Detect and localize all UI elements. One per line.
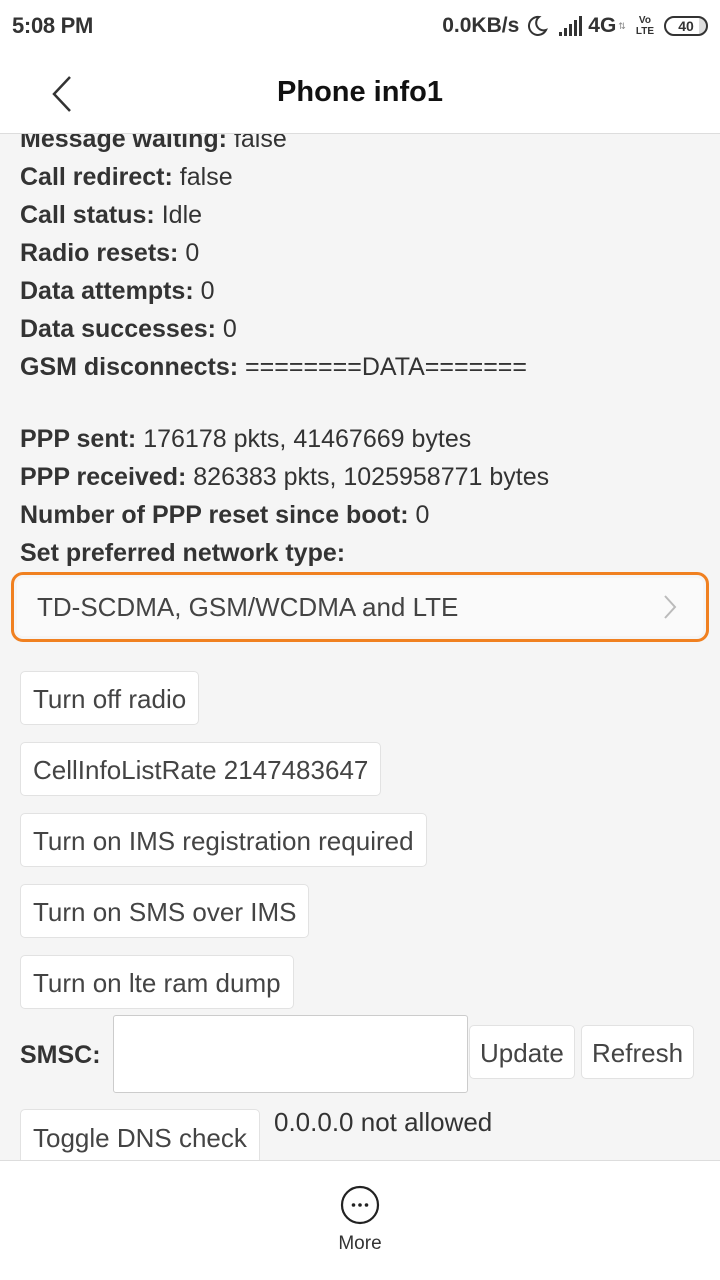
info-ppp-sent: PPP sent: 176178 pkts, 41467669 bytes [20, 425, 472, 453]
smsc-label: SMSC: [20, 1041, 101, 1069]
page-title: Phone info1 [277, 76, 443, 108]
chevron-left-icon [52, 76, 71, 112]
info-ppp-received: PPP received: 826383 pkts, 1025958771 by… [20, 463, 550, 491]
status-icons: 0.0KB/s 4G ⇅ Vo LTE 40 [442, 14, 708, 38]
more-label: More [338, 1233, 382, 1254]
info-data-attempts: Data attempts: 0 [20, 277, 215, 305]
info-scroll: Message waiting: false Call redirect: fa… [11, 134, 709, 1160]
moon-icon [528, 15, 549, 36]
info-gsm-disconnects: GSM disconnects: ========DATA======= [20, 353, 528, 381]
button-row: CellInfoListRate 2147483647 [20, 742, 700, 796]
lte-ram-dump-button[interactable]: Turn on lte ram dump [20, 955, 294, 1009]
content-area[interactable]: Message waiting: false Call redirect: fa… [0, 134, 720, 1160]
refresh-button[interactable]: Refresh [581, 1025, 695, 1079]
info-data-successes: Data successes: 0 [20, 315, 237, 343]
more-button[interactable]: More [338, 1185, 382, 1255]
network-type-dropdown[interactable]: TD-SCDMA, GSM/WCDMA and LTE [11, 572, 709, 642]
button-row: Turn on SMS over IMS [20, 884, 700, 938]
volte-icon: Vo LTE [635, 15, 654, 37]
toggle-dns-button[interactable]: Toggle DNS check [20, 1109, 260, 1160]
smsc-row: SMSC: Update Refresh [20, 1015, 700, 1095]
status-time: 5:08 PM [12, 13, 94, 38]
battery-level: 40 [678, 18, 694, 34]
chevron-right-icon [664, 595, 677, 619]
network-speed: 0.0KB/s [442, 14, 520, 37]
button-row: Turn on lte ram dump [20, 955, 700, 1009]
battery-icon: 40 [664, 16, 708, 36]
cell-info-rate-button[interactable]: CellInfoListRate 2147483647 [20, 742, 382, 796]
info-call-redirect: Call redirect: false [20, 163, 233, 191]
update-button[interactable]: Update [469, 1025, 575, 1079]
dns-row: Toggle DNS check 0.0.0.0 not allowed [20, 1107, 700, 1160]
network-type-selected: TD-SCDMA, GSM/WCDMA and LTE [37, 591, 459, 622]
smsc-input[interactable] [113, 1015, 468, 1093]
data-arrows-icon: ⇅ [618, 20, 626, 31]
info-message-waiting: Message waiting: false [20, 134, 287, 153]
ims-registration-button[interactable]: Turn on IMS registration required [20, 813, 427, 867]
network-type-indicator: 4G [588, 14, 617, 37]
more-icon [340, 1185, 380, 1225]
turn-off-radio-button[interactable]: Turn off radio [20, 671, 200, 725]
back-button[interactable] [44, 74, 80, 114]
dns-status: 0.0.0.0 not allowed [274, 1107, 493, 1137]
status-bar: 5:08 PM 0.0KB/s 4G ⇅ Vo LTE 40 [0, 0, 720, 52]
sms-over-ims-button[interactable]: Turn on SMS over IMS [20, 884, 310, 938]
signal-icon [559, 16, 583, 36]
network-type-label: Set preferred network type: [20, 539, 346, 567]
button-row: Turn off radio [20, 671, 700, 725]
info-ppp-resets: Number of PPP reset since boot: 0 [20, 501, 430, 529]
bottom-bar: More [0, 1160, 720, 1280]
info-call-status: Call status: Idle [20, 201, 203, 229]
title-bar: Phone info1 [0, 52, 720, 134]
info-radio-resets: Radio resets: 0 [20, 239, 200, 267]
button-row: Turn on IMS registration required [20, 813, 700, 867]
